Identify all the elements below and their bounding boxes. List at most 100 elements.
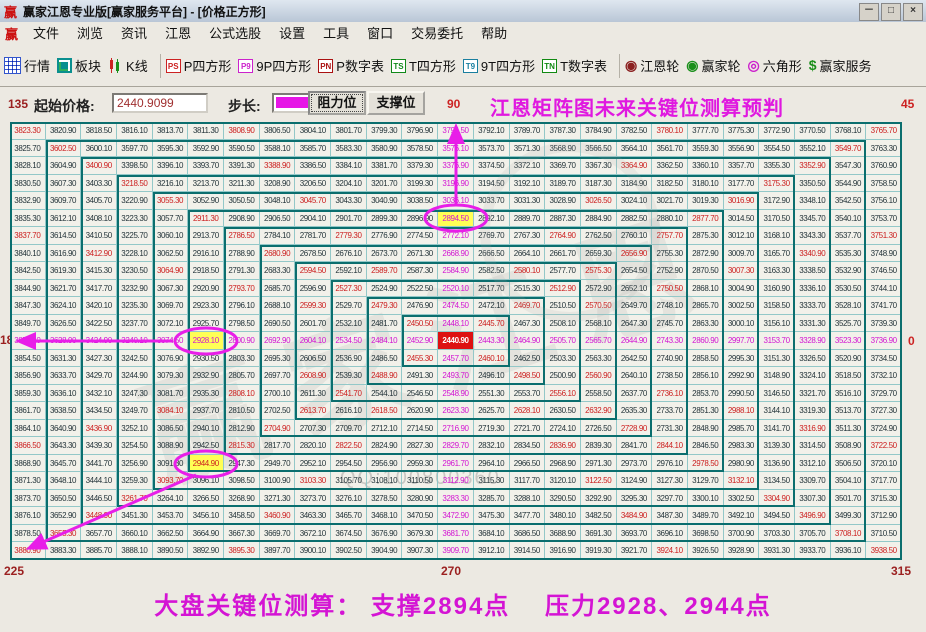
menu-item-0[interactable]: 文件 <box>24 23 68 45</box>
window-buttons: － □ × <box>859 3 923 21</box>
grid-cell-r12c10: 2484.10 <box>367 332 403 350</box>
grid-cell-r24c24: 3938.50 <box>866 542 902 560</box>
grid-cell-r2c22: 3352.90 <box>795 157 831 175</box>
grid-cell-r0c11: 3796.90 <box>402 122 438 140</box>
grid-cell-r0c7: 3806.50 <box>260 122 296 140</box>
grid-cell-r19c16: 2971.30 <box>581 455 617 473</box>
menu-item-1[interactable]: 浏览 <box>68 23 112 45</box>
grid-cell-r21c16: 3292.90 <box>581 490 617 508</box>
grid-cell-r6c3: 3225.70 <box>117 227 153 245</box>
toolbar-item-K线[interactable]: K线 <box>108 56 148 75</box>
grid-cell-r3c3: 3218.50 <box>117 175 153 193</box>
grid-cell-r22c18: 3487.30 <box>652 507 688 525</box>
grid-cell-r17c21: 3141.70 <box>759 420 795 438</box>
grid-cell-r23c6: 3667.30 <box>224 525 260 543</box>
grid-cell-r11c12: 2448.10 <box>438 315 474 333</box>
toolbar-item-9T四方形[interactable]: T99T四方形 <box>463 56 535 75</box>
grid-cell-r3c14: 3192.10 <box>510 175 546 193</box>
toolbar-item-9P四方形[interactable]: P99P四方形 <box>238 56 311 75</box>
grid-cell-r0c3: 3816.10 <box>117 122 153 140</box>
grid-cell-r15c1: 3636.10 <box>46 385 82 403</box>
grid-cell-r16c22: 3319.30 <box>795 402 831 420</box>
wheel-icon: ◉ <box>625 58 637 73</box>
grid-cell-r7c11: 2671.30 <box>402 245 438 263</box>
grid-cell-r3c4: 3216.10 <box>153 175 189 193</box>
grid-cell-r22c21: 3494.50 <box>759 507 795 525</box>
toolbar-item-江恩轮[interactable]: ◉江恩轮 <box>625 56 679 75</box>
maximize-button[interactable]: □ <box>881 3 901 21</box>
grid-cell-r1c8: 3585.70 <box>295 140 331 158</box>
grid-cell-r16c15: 2630.50 <box>545 402 581 420</box>
grid-cell-r5c0: 3835.30 <box>10 210 46 228</box>
toolbar-item-行情[interactable]: 行情 <box>4 56 50 75</box>
grid-cell-r13c13: 2460.10 <box>474 350 510 368</box>
grid-cell-r14c17: 2640.10 <box>617 367 653 385</box>
menu-item-8[interactable]: 交易委托 <box>402 23 472 45</box>
grid-cell-r13c21: 3151.30 <box>759 350 795 368</box>
grid-cell-r11c23: 3525.70 <box>831 315 867 333</box>
grid-cell-r15c22: 3321.70 <box>795 385 831 403</box>
grid-cell-r13c7: 2695.30 <box>260 350 296 368</box>
grid-cell-r22c3: 3451.30 <box>117 507 153 525</box>
grid-cell-r6c23: 3537.70 <box>831 227 867 245</box>
grid-cell-r24c12: 3909.70 <box>438 542 474 560</box>
axis-label-315: 315 <box>891 564 911 578</box>
toolbar-item-T四方形[interactable]: TST四方形 <box>391 56 456 75</box>
toolbar-item-P四方形[interactable]: PSP四方形 <box>166 56 232 75</box>
grid-cell-r2c13: 3374.50 <box>474 157 510 175</box>
grid-cell-r17c2: 3436.90 <box>81 420 117 438</box>
toolbar-item-P数字表[interactable]: PNP数字表 <box>318 56 384 75</box>
grid-cell-r16c21: 3144.10 <box>759 402 795 420</box>
grid-cell-r1c22: 3552.10 <box>795 140 831 158</box>
grid-cell-r3c13: 3194.50 <box>474 175 510 193</box>
toolbar-item-板块[interactable]: 板块 <box>57 56 101 75</box>
grid-cell-r14c7: 2697.70 <box>260 367 296 385</box>
axis-label-225: 225 <box>4 564 24 578</box>
menu-item-5[interactable]: 设置 <box>270 23 314 45</box>
grid-cell-r8c18: 2752.90 <box>652 262 688 280</box>
toolbar-item-T数字表[interactable]: TNT数字表 <box>542 56 607 75</box>
wheel-icon: ◎ <box>748 58 760 73</box>
grid-cell-r22c22: 3496.90 <box>795 507 831 525</box>
grid-cell-r13c18: 2740.90 <box>652 350 688 368</box>
grid-cell-r18c8: 2820.10 <box>295 437 331 455</box>
grid-cell-r19c15: 2968.90 <box>545 455 581 473</box>
close-button[interactable]: × <box>903 3 923 21</box>
grid-cell-r11c15: 2508.10 <box>545 315 581 333</box>
menu-item-3[interactable]: 江恩 <box>156 23 200 45</box>
grid-cell-r16c5: 2937.70 <box>188 402 224 420</box>
grid-cell-r11c13: 2445.70 <box>474 315 510 333</box>
grid-cell-r21c21: 3304.90 <box>759 490 795 508</box>
grid-cell-r22c9: 3465.70 <box>331 507 367 525</box>
resistance-button[interactable]: 阻力位 <box>308 91 366 115</box>
grid-cell-r19c12: 2961.70 <box>438 455 474 473</box>
grid-cell-r12c5: 2928.10 <box>188 332 224 350</box>
grid-cell-r14c5: 2932.90 <box>188 367 224 385</box>
grid-cell-r5c20: 3014.50 <box>724 210 760 228</box>
grid-cell-r6c1: 3614.50 <box>46 227 82 245</box>
grid-cell-r7c24: 3748.90 <box>866 245 902 263</box>
grid-cell-r3c16: 3187.30 <box>581 175 617 193</box>
minimize-button[interactable]: － <box>859 3 879 21</box>
menu-item-2[interactable]: 资讯 <box>112 23 156 45</box>
grid-cell-r14c12: 2493.70 <box>438 367 474 385</box>
toolbar-item-六角形[interactable]: ◎六角形 <box>748 56 802 75</box>
menu-item-6[interactable]: 工具 <box>314 23 358 45</box>
menu-item-9[interactable]: 帮助 <box>472 23 516 45</box>
grid-cell-r19c10: 2956.90 <box>367 455 403 473</box>
start-price-input[interactable]: 2440.9099 <box>112 93 208 113</box>
grid-cell-r12c8: 2604.10 <box>295 332 331 350</box>
grid-cell-r18c4: 3088.90 <box>153 437 189 455</box>
grid-cell-r15c23: 3516.10 <box>831 385 867 403</box>
support-button[interactable]: 支撑位 <box>367 91 425 115</box>
grid-cell-r8c11: 2587.30 <box>402 262 438 280</box>
menu-item-4[interactable]: 公式选股 <box>200 23 270 45</box>
grid-cell-r7c3: 3228.10 <box>117 245 153 263</box>
toolbar-item-赢家轮[interactable]: ◉赢家轮 <box>686 56 740 75</box>
grid-cell-r2c5: 3393.70 <box>188 157 224 175</box>
grid-cell-r5c1: 3612.10 <box>46 210 82 228</box>
menu-item-7[interactable]: 窗口 <box>358 23 402 45</box>
grid-cell-r18c16: 2839.30 <box>581 437 617 455</box>
toolbar-item-赢家服务[interactable]: $赢家服务 <box>809 56 872 75</box>
grid-cell-r12c15: 2505.70 <box>545 332 581 350</box>
